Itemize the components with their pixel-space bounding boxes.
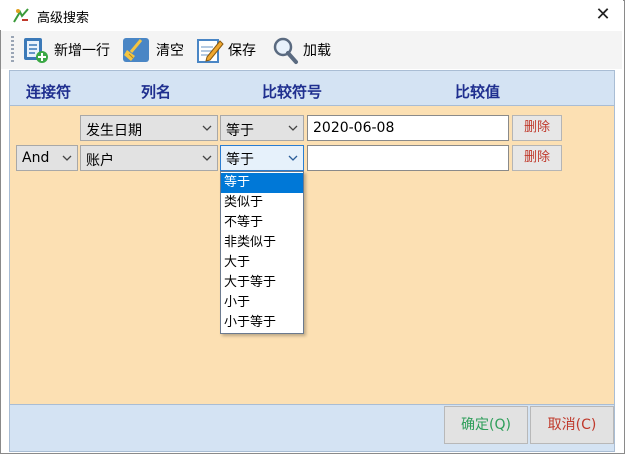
save-label: 保存 [228, 43, 256, 59]
chevron-down-icon [202, 155, 212, 161]
dropdown-option[interactable]: 不等于 [221, 213, 303, 233]
chevron-down-icon [202, 125, 212, 131]
row1-operator-select[interactable]: 等于 [220, 115, 304, 141]
header-column-name: 列名 [141, 83, 172, 101]
clear-label: 清空 [156, 43, 184, 59]
row2-value-input[interactable] [307, 145, 509, 171]
add-row-button[interactable]: 新增一行 [21, 31, 110, 69]
toolbar-grip[interactable] [11, 36, 14, 64]
row1-operator-value: 等于 [226, 123, 254, 139]
save-icon [197, 39, 224, 63]
row2-connector-select[interactable]: And [16, 145, 78, 171]
header-connector: 连接符 [26, 83, 72, 101]
add-row-icon [24, 38, 48, 63]
header-value: 比较值 [455, 83, 501, 101]
save-button[interactable]: 保存 [195, 31, 256, 69]
dropdown-option[interactable]: 类似于 [221, 193, 303, 213]
row2-column-select[interactable]: 账户 [80, 145, 218, 171]
cancel-button[interactable]: 取消(C) [530, 406, 614, 444]
chevron-down-icon [288, 155, 298, 161]
window-title: 高级搜索 [37, 11, 90, 26]
row1-value-text: 2020-06-08 [313, 120, 395, 136]
add-row-label: 新增一行 [54, 43, 110, 59]
toolbar: 新增一行 清空 保存 加载 [1, 31, 622, 69]
row1-delete-button[interactable]: 删除 [512, 115, 562, 141]
row2-operator-select[interactable]: 等于 [220, 145, 304, 171]
load-label: 加载 [303, 43, 331, 59]
broom-icon [123, 38, 149, 62]
header-operator: 比较符号 [262, 83, 323, 101]
close-button[interactable]: ✕ [588, 2, 618, 28]
row1-value-input[interactable]: 2020-06-08 [307, 115, 509, 141]
ok-button[interactable]: 确定(Q) [444, 406, 528, 444]
clear-button[interactable]: 清空 [121, 31, 184, 69]
row2-column-value: 账户 [86, 153, 114, 169]
row2-delete-button[interactable]: 删除 [512, 145, 562, 171]
dropdown-option[interactable]: 大于等于 [221, 273, 303, 293]
row2-connector-value: And [22, 150, 50, 166]
load-button[interactable]: 加载 [270, 31, 331, 69]
dropdown-option[interactable]: 大于 [221, 253, 303, 273]
operator-dropdown-list: 等于 类似于 不等于 非类似于 大于 大于等于 小于 小于等于 [220, 171, 304, 334]
dropdown-option[interactable]: 小于等于 [221, 313, 303, 333]
app-icon [12, 6, 30, 24]
chevron-down-icon [62, 155, 72, 161]
dropdown-option[interactable]: 非类似于 [221, 233, 303, 253]
title-bar: 高级搜索 ✕ [0, 0, 623, 30]
dropdown-option[interactable]: 等于 [221, 173, 303, 193]
close-icon: ✕ [595, 4, 611, 25]
dropdown-option[interactable]: 小于 [221, 293, 303, 313]
row1-column-value: 发生日期 [86, 123, 142, 139]
magnifier-icon [273, 37, 298, 64]
row2-operator-value: 等于 [226, 152, 254, 168]
row1-column-select[interactable]: 发生日期 [80, 115, 218, 141]
chevron-down-icon [288, 125, 298, 131]
